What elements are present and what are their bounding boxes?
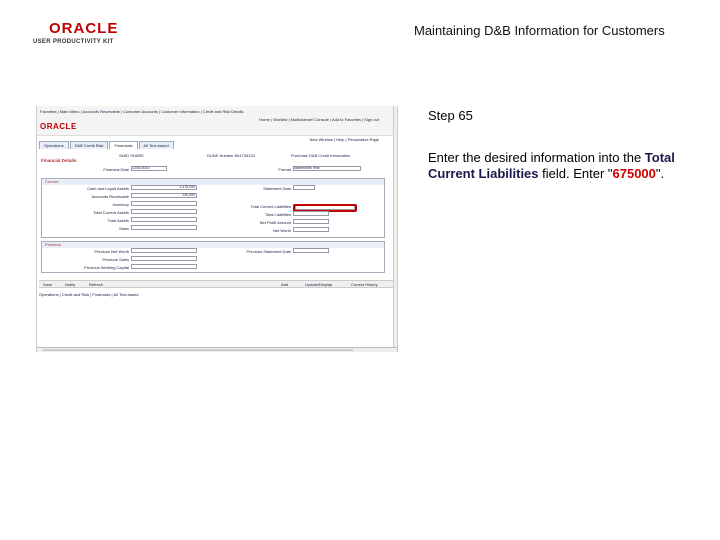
prev-net-worth-label: Previous Net Worth [94,249,129,254]
app-brand-logo: ORACLE [40,122,77,131]
net-worth-label: Net Worth [273,228,291,233]
financial-date-label: Financial Date [103,167,129,172]
total-liabilities-field[interactable] [293,211,329,216]
tab-dnb-credit-risk[interactable]: D&B Credit Risk [69,141,109,149]
save-button[interactable]: Save [43,282,52,287]
correct-history-button[interactable]: Correct History [351,282,378,287]
logo-wordmark: ORACLE [49,20,119,37]
instruction-text: Enter the desired information into the T… [428,150,688,182]
notify-button[interactable]: Notify [65,282,75,287]
total-assets-field[interactable] [131,217,197,222]
duns-label: DUNS Number 804735132 [207,153,255,158]
total-liabilities-label: Total Liabilities [264,212,291,217]
horizontal-scrollbar[interactable] [37,347,397,352]
format-select[interactable]: Statements Year [293,166,361,171]
app-header: Favorites | Main Menu | Accounts Receiva… [37,106,397,136]
sales-label: Sales [118,226,129,231]
add-button[interactable]: Add [281,282,288,287]
current-section-title: Current [42,179,384,185]
inventory-field[interactable] [131,201,197,206]
ar-field[interactable]: 230,000 [131,193,197,198]
vertical-scrollbar[interactable] [393,106,397,352]
prev-statement-date-field[interactable] [293,248,329,253]
cash-label: Cash and Liquid Assets [87,186,129,191]
tab-bar: Operations D&B Credit Risk Financials Al… [39,141,174,149]
footer-links[interactable]: Operations | Credit and Risk | Financial… [39,292,139,297]
breadcrumb[interactable]: Favorites | Main Menu | Accounts Receiva… [40,109,244,114]
button-bar: Save Notify Refresh Add Update/Display C… [39,280,395,288]
net-profit-label: Net Profit Amount [259,220,291,225]
setid-label: SetID SHARE [119,153,144,158]
prev-statement-date-label: Previous Statement Date [246,249,291,254]
purchase-link[interactable]: Purchase D&B Credit Information [291,153,350,158]
prev-sales-field[interactable] [131,256,197,261]
document-title: Maintaining D&B Information for Customer… [414,23,665,38]
instruction-value: 675000 [612,166,656,181]
instruction-mid: field. Enter " [538,166,613,181]
financial-date-field[interactable]: 12/31/2010 [131,166,167,171]
update-display-button[interactable]: Update/Display [305,282,332,287]
financial-details-title: Financial Details [41,158,77,163]
prev-working-capital-label: Previous Working Capital [84,265,129,270]
scroll-thumb[interactable] [43,349,353,351]
refresh-button[interactable]: Refresh [89,282,103,287]
net-worth-field[interactable] [293,227,329,232]
prev-working-capital-field[interactable] [131,264,197,269]
instruction-post: ". [655,166,665,181]
previous-section-title: Previous [42,242,384,248]
prev-sales-label: Previous Sales [102,257,129,262]
top-links[interactable]: Home | Worklist | Multichannel Console |… [259,117,379,122]
prev-net-worth-field[interactable] [131,248,197,253]
statement-date-field[interactable] [293,185,315,190]
total-assets-label: Total Assets [107,218,129,223]
logo-subtitle: USER PRODUCTIVITY KIT [33,39,114,45]
cash-field[interactable]: 1,475,000 [131,185,197,190]
net-profit-field[interactable] [293,219,329,224]
app-screenshot: Favorites | Main Menu | Accounts Receiva… [36,106,398,352]
total-current-assets-label: Total Current Assets [93,210,129,215]
sales-field[interactable] [131,225,197,230]
total-current-liabilities-label: Total Current Liabilities [250,204,291,209]
inventory-label: Inventory [112,202,129,207]
instruction-pre: Enter the desired information into the [428,150,645,165]
total-current-assets-field[interactable] [131,209,197,214]
tab-operations[interactable]: Operations [39,141,69,149]
step-number: Step 65 [428,108,473,123]
page-links[interactable]: New Window | Help | Personalize Page [310,137,379,142]
format-label: Format [278,167,291,172]
ar-label: Accounts Receivable [91,194,129,199]
statement-date-label: Statement Date [263,186,291,191]
tab-all-text[interactable]: All Text-based [138,141,174,149]
oracle-upk-logo: ORACLE USER PRODUCTIVITY KIT [33,20,125,50]
tab-financials[interactable]: Financials [109,141,138,149]
